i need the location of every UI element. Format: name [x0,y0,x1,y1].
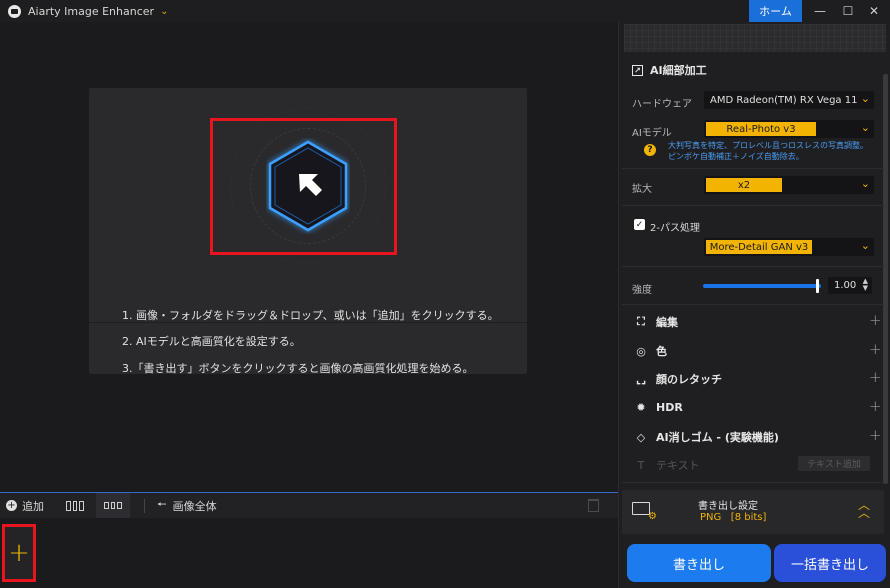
tool-row-ai-eraser[interactable]: ◇ AI消しゴム - (実験機能) [634,429,779,445]
filmstrip-view-icon [104,502,123,509]
tool-label: 編集 [656,316,678,329]
two-pass-model-value: More-Detail GAN v3 [706,240,812,254]
toolbar-divider [144,498,145,513]
ai-section-header: ↗ AI細部加工 [632,62,707,78]
hardware-label: ハードウェア [632,99,692,110]
close-button[interactable]: ✕ [862,0,886,22]
strength-value: 1.00 [834,280,857,291]
text-add-button[interactable]: テキスト追加 [798,456,870,471]
bottom-toolbar: + 追加 🠔 画像全体 [0,492,618,519]
batch-export-button[interactable]: 一括書き出し [774,544,886,582]
plus-icon: + [8,538,30,568]
strength-slider-track[interactable] [703,284,821,288]
tool-row-hdr[interactable]: ✹ HDR [634,400,683,414]
section-divider [622,168,884,169]
tool-label: AI消しゴム - (実験機能) [656,431,779,444]
enhance-icon: ↗ [632,64,643,76]
section-divider [622,304,884,305]
tool-label: テキスト [656,459,700,472]
section-divider [622,205,884,206]
stepper-icon[interactable]: ▲ ▼ [863,278,868,292]
chevron-double-up-icon[interactable]: ︿ ︿ [858,499,870,519]
face-scan-icon: ⌞⌟ [635,372,647,386]
add-button[interactable]: + 追加 [6,498,44,514]
grid-view-icon[interactable] [66,500,85,511]
ai-model-hint-2: ピンボケ自動補正＋ノイズ自動除去。 [668,152,804,161]
preview-grid-strip [624,24,886,52]
maximize-button[interactable]: ☐ [836,0,860,22]
expand-plus-icon[interactable]: + [869,311,882,329]
crop-icon: ⛶ [637,315,645,328]
chevron-down-icon: ⌄ [860,239,870,252]
tool-row-face-retouch[interactable]: ⌞⌟ 顔のレタッチ [634,371,722,387]
filmstrip-view-tab[interactable] [96,492,130,519]
trash-icon[interactable] [588,499,599,512]
home-button[interactable]: ホーム [749,0,802,22]
section-divider [622,266,884,267]
two-pass-label: 2-パス処理 [650,223,700,234]
section-divider [622,482,884,483]
expand-plus-icon[interactable]: + [869,426,882,444]
eraser-icon: ◇ [636,430,646,444]
add-label: 追加 [22,499,44,513]
two-pass-checkbox[interactable]: ✓ [634,219,645,230]
step-2-text: 2. AIモデルと高画質化を設定する。 [122,335,301,348]
expand-plus-icon[interactable]: + [869,397,882,415]
chevron-down-icon: ⌄ [860,177,870,190]
tool-row-edit[interactable]: ⛶ 編集 [634,314,678,330]
drop-zone-highlight[interactable] [210,118,397,255]
ai-model-label: AIモデル [632,128,672,139]
thumbnail-strip [0,518,618,588]
ai-model-value: Real-Photo v3 [706,122,816,136]
export-button[interactable]: 書き出し [627,544,771,582]
export-format: PNG [8 bits] [700,512,767,523]
ai-model-hint-1: 大判写真を特定、プロレベル且つロスレスの写真調整。 [668,141,868,150]
tool-label: HDR [656,400,683,414]
hardware-select[interactable]: AMD Radeon(TM) RX Vega 11 Graphi ⌄ [704,91,874,109]
app-title: Aiarty Image Enhancer [28,4,155,18]
expand-plus-icon[interactable]: + [869,368,882,386]
panel-scrollbar[interactable] [883,74,888,484]
step-3-text: 3.「書き出す」ボタンをクリックすると画像の高画質化処理を始める。 [122,362,474,375]
chevron-down-icon[interactable]: ⌄ [160,6,168,17]
strength-label: 強度 [632,285,652,296]
tool-label: 顔のレタッチ [656,373,722,386]
app-logo-icon [8,4,21,18]
arrow-left-icon: 🠔 [157,498,167,511]
chevron-down-icon: ⌄ [860,92,870,105]
scale-label: 拡大 [632,184,652,195]
export-settings-box[interactable]: ⚙ 書き出し設定 PNG [8 bits] ︿ ︿ [622,490,884,534]
strength-input[interactable]: 1.00 ▲ ▼ [828,277,872,294]
palette-icon: ◎ [636,344,646,358]
minimize-button[interactable]: — [808,0,832,22]
ai-model-select[interactable]: Real-Photo v3 ⌄ [704,120,874,138]
two-pass-model-select[interactable]: More-Detail GAN v3 ⌄ [704,238,874,256]
tool-row-color[interactable]: ◎ 色 [634,343,667,359]
sun-icon: ✹ [636,400,646,414]
monitor-gear-icon: ⚙ [632,502,657,522]
tool-row-text: T テキスト [634,457,700,473]
hardware-value: AMD Radeon(TM) RX Vega 11 Graphi [710,94,858,106]
tool-label: 色 [656,345,667,358]
scale-value: x2 [706,178,782,192]
fit-to-screen-button[interactable]: 🠔 画像全体 [157,496,217,515]
add-image-tile[interactable]: + [2,524,36,582]
chevron-down-icon: ⌄ [860,121,870,134]
help-icon[interactable]: ? [644,144,656,156]
expand-plus-icon[interactable]: + [869,340,882,358]
step-1-text: 1. 画像・フォルダをドラッグ＆ドロップ、或いは「追加」をクリックする。 [122,309,499,322]
scale-select[interactable]: x2 ⌄ [704,176,874,194]
export-settings-title: 書き出し設定 [698,501,758,512]
plus-circle-icon: + [6,499,17,511]
fit-label: 画像全体 [172,499,217,513]
ai-section-title: AI細部加工 [650,64,707,77]
text-icon: T [637,458,645,472]
strength-slider-thumb[interactable] [816,279,819,293]
